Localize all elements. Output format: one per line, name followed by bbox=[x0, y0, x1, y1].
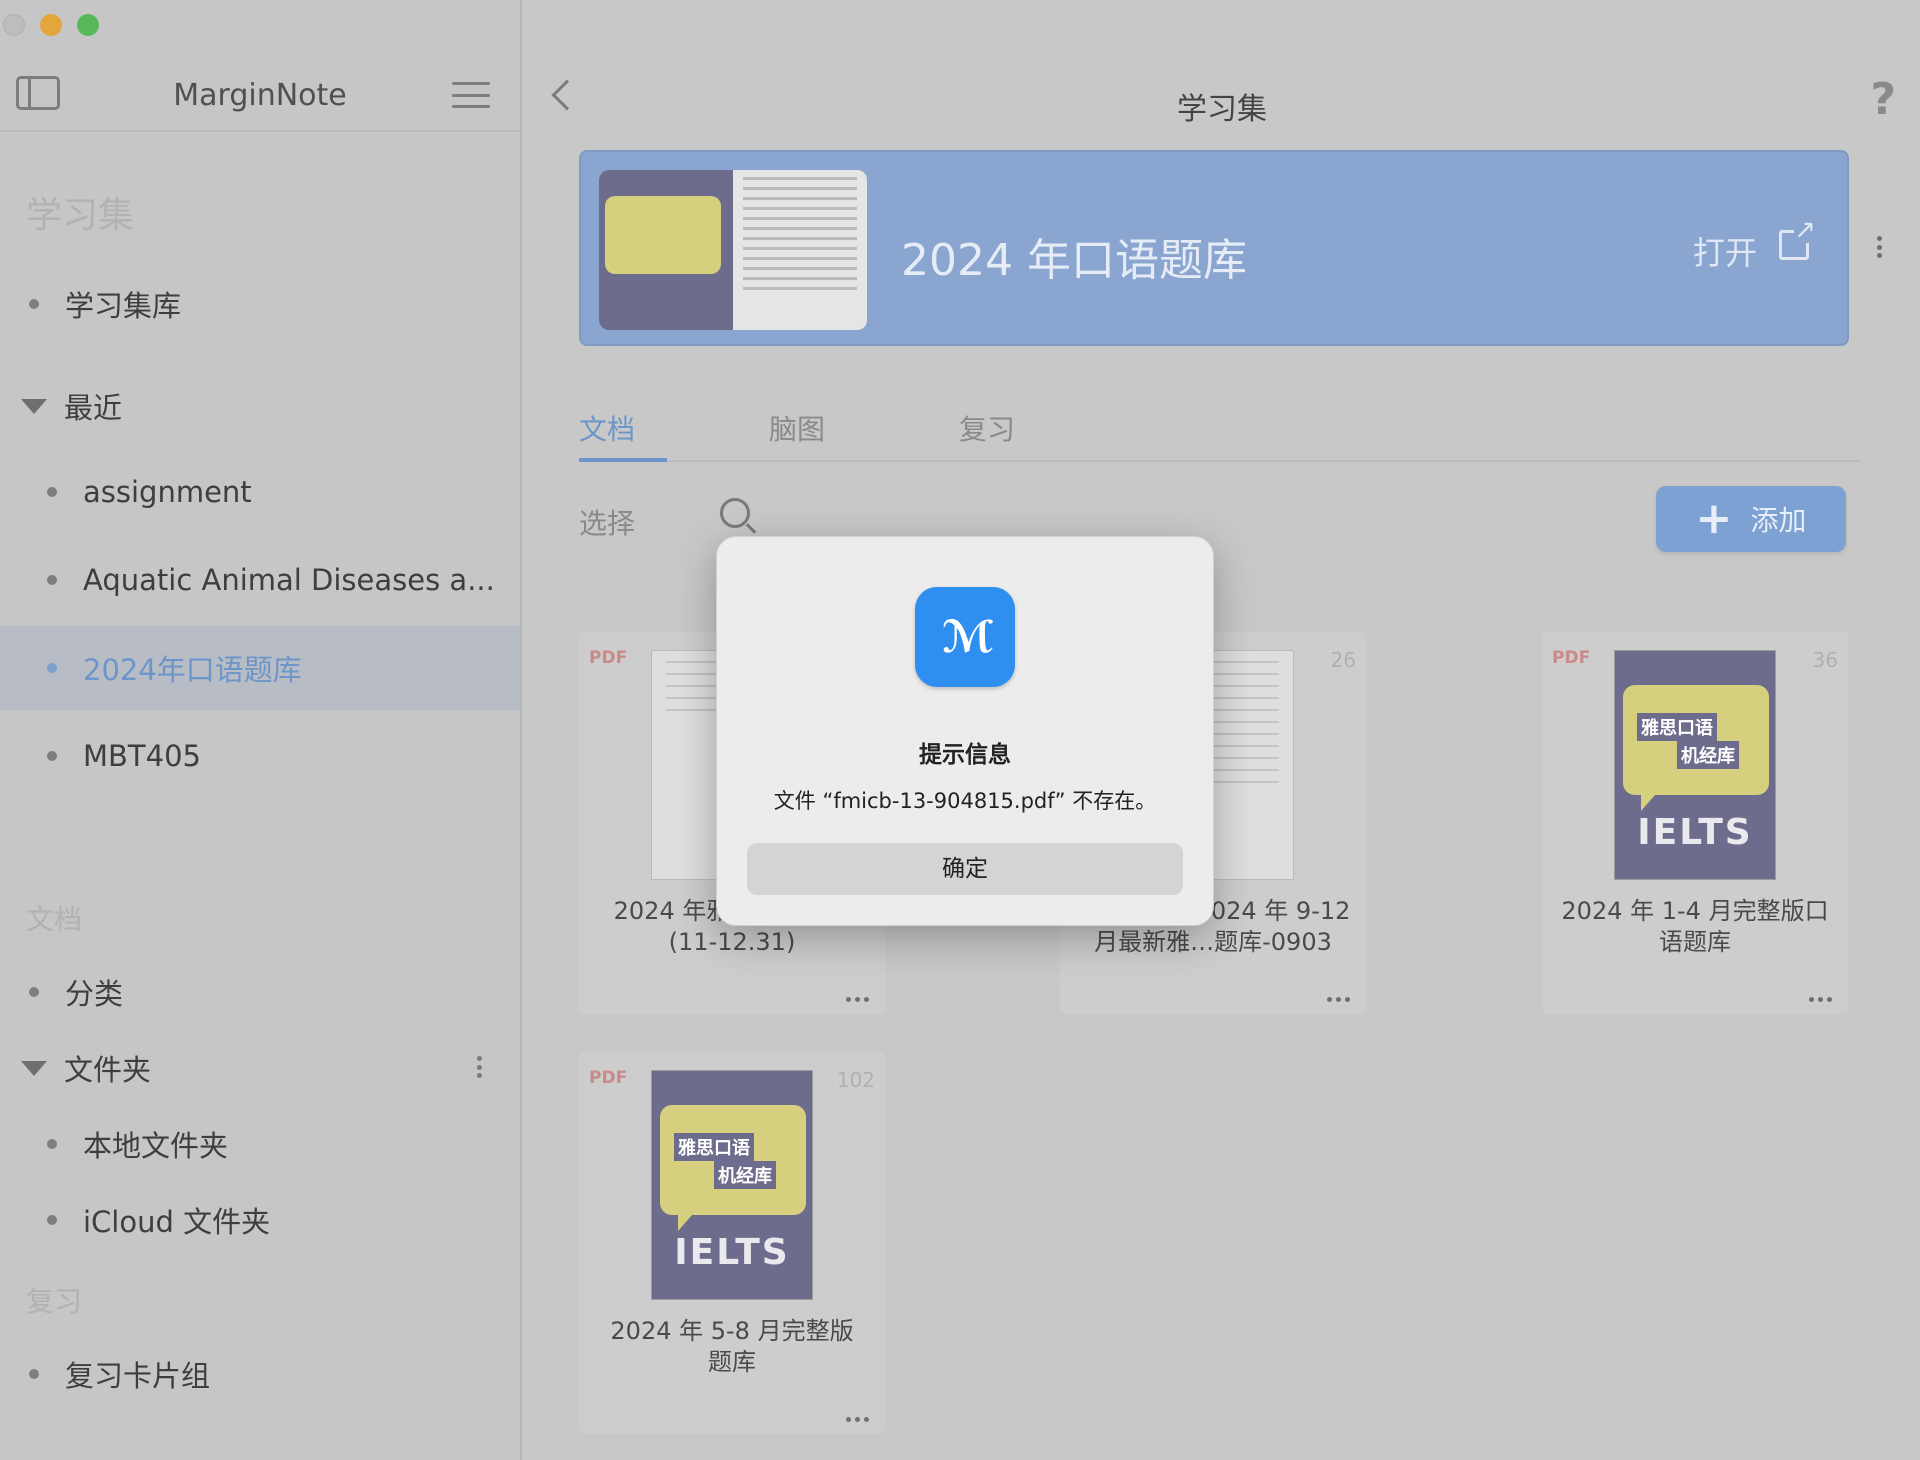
sidebar: MarginNote 学习集 学习集库 最近 assignment Aquati… bbox=[0, 0, 522, 1460]
sidebar-item-folder[interactable]: iCloud 文件夹 bbox=[0, 1180, 520, 1260]
sidebar-item-label: 2024年口语题库 bbox=[83, 653, 302, 687]
help-icon[interactable]: ? bbox=[1870, 74, 1896, 125]
add-document-button[interactable]: + 添加 bbox=[1656, 486, 1846, 552]
sidebar-item-recent[interactable]: assignment bbox=[0, 452, 520, 532]
content-tabs: 文档 脑图 复习 bbox=[579, 408, 1861, 462]
app-title: MarginNote bbox=[173, 78, 347, 113]
tab-documents[interactable]: 文档 bbox=[579, 408, 635, 448]
page-count: 26 bbox=[1330, 648, 1356, 672]
file-type-badge: PDF bbox=[589, 648, 628, 668]
cover-text: 雅思口语 bbox=[1637, 713, 1717, 741]
sidebar-item-label: 分类 bbox=[65, 977, 124, 1011]
notebook-thumbnail bbox=[599, 170, 867, 330]
notebook-title: 2024 年口语题库 bbox=[901, 235, 1247, 286]
card-more-icon[interactable] bbox=[846, 1417, 869, 1422]
page-count: 36 bbox=[1812, 648, 1838, 672]
sidebar-item-label: iCloud 文件夹 bbox=[83, 1205, 271, 1239]
section-notebooks-heading: 学习集 bbox=[26, 195, 135, 236]
search-icon[interactable] bbox=[720, 498, 750, 528]
bullet-icon bbox=[29, 299, 39, 309]
bullet-icon bbox=[29, 987, 39, 997]
zoom-window-button[interactable] bbox=[77, 14, 99, 36]
ielts-cover-image bbox=[599, 170, 733, 330]
active-tab-indicator bbox=[579, 458, 667, 462]
plus-icon: + bbox=[1695, 493, 1733, 544]
ok-button[interactable]: 确定 bbox=[747, 843, 1183, 895]
sidebar-item-recent-active[interactable]: 2024年口语题库 bbox=[0, 626, 520, 710]
bullet-icon bbox=[47, 663, 57, 673]
ielts-cover-image: 雅思口语 机经库 IELTS bbox=[1614, 650, 1776, 880]
sidebar-header: MarginNote bbox=[0, 60, 520, 132]
sidebar-item-label: 文件夹 bbox=[64, 1053, 152, 1087]
sidebar-item-recent[interactable]: Aquatic Animal Diseases a... bbox=[0, 540, 520, 620]
tab-review[interactable]: 复习 bbox=[959, 408, 1015, 448]
sidebar-item-library[interactable]: 学习集库 bbox=[0, 264, 520, 344]
add-button-label: 添加 bbox=[1750, 504, 1807, 537]
disclosure-triangle-icon[interactable] bbox=[21, 398, 47, 414]
cover-brand: IELTS bbox=[674, 1232, 790, 1273]
bullet-icon bbox=[47, 1215, 57, 1225]
sidebar-item-label: 学习集库 bbox=[65, 289, 182, 323]
disclosure-triangle-icon[interactable] bbox=[21, 1060, 47, 1076]
select-button[interactable]: 选择 bbox=[579, 502, 635, 542]
window-controls bbox=[0, 14, 99, 36]
document-page-preview bbox=[733, 170, 867, 330]
sidebar-item-categories[interactable]: 分类 bbox=[0, 952, 520, 1032]
marginnote-app-icon: ℳ bbox=[915, 587, 1015, 687]
sidebar-item-label: MBT405 bbox=[83, 739, 201, 773]
banner-more-icon[interactable] bbox=[1876, 236, 1882, 258]
sidebar-item-label: 最近 bbox=[64, 391, 123, 425]
dialog-title: 提示信息 bbox=[919, 742, 1011, 768]
sidebar-item-label: 本地文件夹 bbox=[83, 1129, 229, 1163]
external-open-icon[interactable] bbox=[1779, 217, 1816, 260]
notebook-banner[interactable]: 2024 年口语题库 打开 bbox=[579, 150, 1849, 346]
dialog-message: 文件 “fmicb-13-904815.pdf” 不存在。 bbox=[773, 789, 1157, 813]
alert-dialog: ℳ 提示信息 文件 “fmicb-13-904815.pdf” 不存在。 确定 bbox=[716, 536, 1214, 926]
card-more-icon[interactable] bbox=[1809, 997, 1832, 1002]
file-type-badge: PDF bbox=[589, 1068, 628, 1088]
sidebar-item-label: Aquatic Animal Diseases a... bbox=[83, 563, 495, 597]
card-more-icon[interactable] bbox=[1327, 997, 1350, 1002]
bullet-icon bbox=[47, 1139, 57, 1149]
ielts-cover-image: 雅思口语 机经库 IELTS bbox=[651, 1070, 813, 1300]
page-title: 学习集 bbox=[1177, 92, 1267, 127]
file-type-badge: PDF bbox=[1552, 648, 1591, 668]
cover-brand: IELTS bbox=[1637, 812, 1753, 853]
sidebar-item-recent[interactable]: MBT405 bbox=[0, 716, 520, 796]
bullet-icon bbox=[29, 1369, 39, 1379]
cover-text: 雅思口语 bbox=[674, 1133, 754, 1161]
card-more-icon[interactable] bbox=[846, 997, 869, 1002]
section-documents-heading: 文档 bbox=[26, 903, 83, 936]
sidebar-item-label: 复习卡片组 bbox=[65, 1359, 211, 1393]
close-window-button[interactable] bbox=[3, 14, 25, 36]
sidebar-item-review-decks[interactable]: 复习卡片组 bbox=[0, 1334, 520, 1414]
minimize-window-button[interactable] bbox=[40, 14, 62, 36]
document-title: 2024 年 1-4 月完整版口 语题库 bbox=[1561, 897, 1829, 956]
sidebar-item-folder[interactable]: 本地文件夹 bbox=[0, 1104, 520, 1184]
open-notebook-button[interactable]: 打开 bbox=[1693, 228, 1757, 274]
sidebar-group-recent[interactable]: 最近 bbox=[0, 366, 520, 446]
page-count: 102 bbox=[836, 1068, 875, 1092]
sidebar-group-folders[interactable]: 文件夹 bbox=[0, 1028, 520, 1108]
tab-mindmap[interactable]: 脑图 bbox=[769, 408, 825, 448]
document-title: 2024 年 5-8 月完整版 题库 bbox=[610, 1317, 854, 1376]
section-review-heading: 复习 bbox=[26, 1285, 83, 1318]
bullet-icon bbox=[47, 487, 57, 497]
cover-text: 机经库 bbox=[714, 1161, 776, 1189]
cover-text: 机经库 bbox=[1677, 741, 1739, 769]
document-card[interactable]: PDF 36 雅思口语 机经库 IELTS 2024 年 1-4 月完整版口 语题… bbox=[1542, 632, 1848, 1014]
bullet-icon bbox=[47, 751, 57, 761]
document-card[interactable]: PDF 102 雅思口语 机经库 IELTS 2024 年 5-8 月完整版 题库 bbox=[579, 1052, 885, 1434]
hamburger-menu-icon[interactable] bbox=[452, 82, 490, 108]
more-options-icon[interactable] bbox=[476, 1056, 482, 1078]
bullet-icon bbox=[47, 575, 57, 585]
sidebar-item-label: assignment bbox=[83, 475, 252, 509]
